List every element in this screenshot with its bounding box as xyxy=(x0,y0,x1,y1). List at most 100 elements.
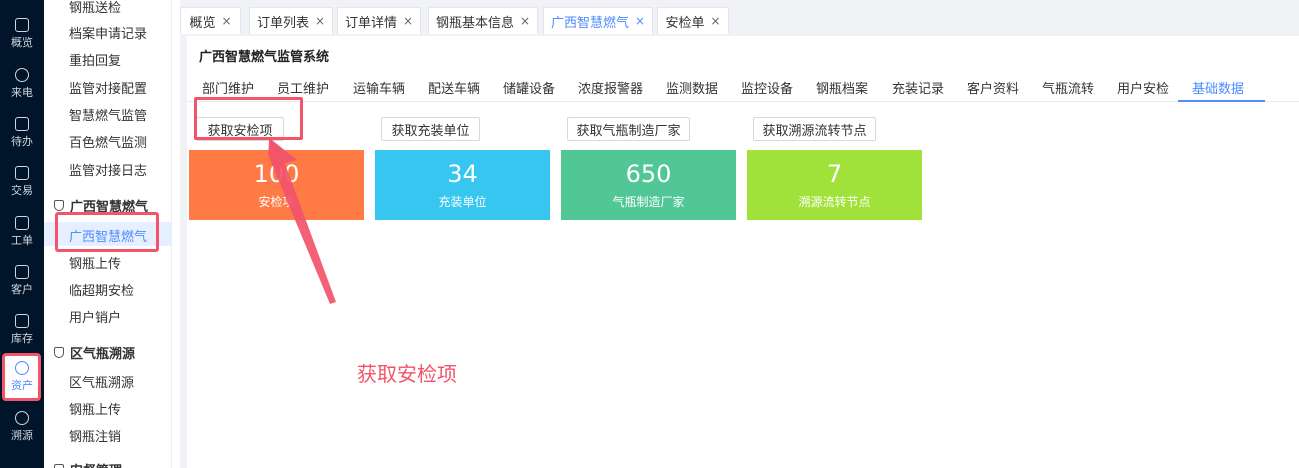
close-icon[interactable]: × xyxy=(710,14,720,28)
ticket-icon xyxy=(15,216,29,230)
tab-cylinder-info[interactable]: 钢瓶基本信息 × xyxy=(428,7,538,34)
stat-value: 650 xyxy=(625,160,672,188)
inventory-icon xyxy=(15,314,29,328)
nav-item[interactable]: 监控设备 xyxy=(741,78,793,97)
menu-item[interactable]: 档案申请记录 xyxy=(69,23,147,42)
close-icon[interactable]: × xyxy=(635,14,645,28)
nav-item-active[interactable]: 基础数据 xyxy=(1192,78,1244,97)
menu-item[interactable]: 监管对接配置 xyxy=(69,78,147,97)
tab-bar: 概览 × 订单列表 × 订单详情 × 钢瓶基本信息 × 广西智慧燃气 × 安检单 × xyxy=(180,0,1299,36)
tab-overview[interactable]: 概览 × xyxy=(180,7,241,34)
app-window: 概览 来电 待办 交易 工单 客户 库存 资产 溯源 钢瓶送检 档案申请记录 重… xyxy=(0,0,1299,468)
rail-item-assets[interactable]: 资产 xyxy=(0,355,44,399)
menu-group-trace[interactable]: 区气瓶溯源 xyxy=(54,343,135,362)
nav-item[interactable]: 浓度报警器 xyxy=(578,78,643,97)
annotation-label: 获取安检项 xyxy=(357,362,457,386)
menu-item[interactable]: 钢瓶上传 xyxy=(69,253,121,272)
nav-item[interactable]: 储罐设备 xyxy=(503,78,555,97)
nav-item[interactable]: 监测数据 xyxy=(666,78,718,97)
rail-label: 来电 xyxy=(11,86,33,99)
rail-item-trace[interactable]: 溯源 xyxy=(0,405,44,449)
stat-card-manufacturers: 650 气瓶制造厂家 xyxy=(561,150,736,220)
rail-item-trade[interactable]: 交易 xyxy=(0,160,44,204)
menu-group-supervision[interactable]: 安督管理 xyxy=(54,460,122,468)
menu-item[interactable]: 临超期安检 xyxy=(69,280,134,299)
menu-item[interactable]: 用户销户 xyxy=(69,307,121,326)
menu-highlight-box xyxy=(55,212,159,252)
icon-rail: 概览 来电 待办 交易 工单 客户 库存 资产 溯源 xyxy=(0,0,44,468)
rail-label: 概览 xyxy=(11,36,33,49)
search-doc-icon xyxy=(54,347,64,358)
fetch-manufacturers-button[interactable]: 获取气瓶制造厂家 xyxy=(567,117,690,141)
lightbulb-icon xyxy=(15,361,29,375)
id-card-icon xyxy=(15,265,29,279)
tab-label: 安检单 xyxy=(665,15,705,31)
nav-item[interactable]: 充装记录 xyxy=(892,78,944,97)
rail-item-calls[interactable]: 来电 xyxy=(0,62,44,106)
page-title: 广西智慧燃气监管系统 xyxy=(199,50,330,65)
nav-item[interactable]: 员工维护 xyxy=(277,78,329,97)
menu-group-title: 安督管理 xyxy=(70,460,122,468)
rail-item-inventory[interactable]: 库存 xyxy=(0,308,44,352)
nav-item[interactable]: 用户安检 xyxy=(1117,78,1169,97)
menu-item[interactable]: 重拍回复 xyxy=(69,50,121,69)
stat-label: 溯源流转节点 xyxy=(798,195,871,209)
fetch-filling-units-button[interactable]: 获取充装单位 xyxy=(381,117,480,141)
nav-item[interactable]: 客户资料 xyxy=(967,78,1019,97)
menu-item[interactable]: 智慧燃气监管 xyxy=(69,105,147,124)
close-icon[interactable]: × xyxy=(403,14,413,28)
stat-card-trace-nodes: 7 溯源流转节点 xyxy=(747,150,922,220)
menu-group-title: 区气瓶溯源 xyxy=(70,347,136,362)
stat-card-filling: 34 充装单位 xyxy=(375,150,550,220)
rail-label: 库存 xyxy=(11,332,33,345)
main-area: 概览 × 订单列表 × 订单详情 × 钢瓶基本信息 × 广西智慧燃气 × 安检单 × 广西智… xyxy=(180,0,1299,468)
close-icon[interactable]: × xyxy=(221,14,231,28)
menu-item[interactable]: 钢瓶上传 xyxy=(69,399,121,418)
stat-value: 34 xyxy=(447,160,478,188)
close-icon[interactable]: × xyxy=(315,14,325,28)
rail-label: 溯源 xyxy=(11,429,33,442)
active-nav-underline xyxy=(1178,100,1265,102)
fetch-trace-nodes-button[interactable]: 获取溯源流转节点 xyxy=(753,117,876,141)
rail-label: 客户 xyxy=(11,283,33,296)
nav-item[interactable]: 运输车辆 xyxy=(353,78,405,97)
tab-order-detail[interactable]: 订单详情 × xyxy=(337,7,421,34)
tab-inspection-sheet[interactable]: 安检单 × xyxy=(657,7,729,34)
nav-item[interactable]: 钢瓶档案 xyxy=(816,78,868,97)
rail-item-overview[interactable]: 概览 xyxy=(0,12,44,56)
shield-icon xyxy=(54,200,64,211)
tab-label: 订单详情 xyxy=(344,15,397,31)
menu-item[interactable]: 钢瓶送检 xyxy=(69,0,121,16)
shield-icon xyxy=(54,464,64,468)
rail-item-ticket[interactable]: 工单 xyxy=(0,210,44,254)
rail-item-todo[interactable]: 待办 xyxy=(0,111,44,155)
close-icon[interactable]: × xyxy=(520,14,530,28)
stat-label: 安检项 xyxy=(258,195,295,209)
nav-item[interactable]: 配送车辆 xyxy=(428,78,480,97)
stat-label: 气瓶制造厂家 xyxy=(612,195,685,209)
tab-label: 钢瓶基本信息 xyxy=(435,15,514,31)
tab-guangxi-gas[interactable]: 广西智慧燃气 × xyxy=(543,7,653,34)
tab-order-list[interactable]: 订单列表 × xyxy=(249,7,333,34)
stat-label: 充装单位 xyxy=(438,195,487,209)
compass-icon xyxy=(15,411,29,425)
stat-card-inspection: 100 安检项 xyxy=(189,150,364,220)
tab-label: 广西智慧燃气 xyxy=(550,15,629,31)
tab-label: 概览 xyxy=(189,15,216,31)
rail-label: 资产 xyxy=(11,379,33,392)
nav-item[interactable]: 气瓶流转 xyxy=(1042,78,1094,97)
stat-value: 7 xyxy=(826,160,843,188)
menu-item[interactable]: 百色燃气监测 xyxy=(69,132,147,151)
bag-icon xyxy=(15,166,29,180)
tab-label: 订单列表 xyxy=(256,15,309,31)
rail-item-customer[interactable]: 客户 xyxy=(0,259,44,303)
menu-item[interactable]: 监管对接日志 xyxy=(69,160,147,179)
nav-item[interactable]: 部门维护 xyxy=(202,78,254,97)
chart-icon xyxy=(15,18,29,32)
button-highlight-box xyxy=(194,97,303,140)
menu-item[interactable]: 区气瓶溯源 xyxy=(69,372,134,391)
content-panel: 广西智慧燃气监管系统 部门维护 员工维护 运输车辆 配送车辆 储罐设备 浓度报警… xyxy=(187,36,1299,468)
secondary-menu: 钢瓶送检 档案申请记录 重拍回复 监管对接配置 智慧燃气监管 百色燃气监测 监管… xyxy=(44,0,172,468)
menu-item[interactable]: 钢瓶注销 xyxy=(69,426,121,445)
todo-icon xyxy=(15,117,29,131)
